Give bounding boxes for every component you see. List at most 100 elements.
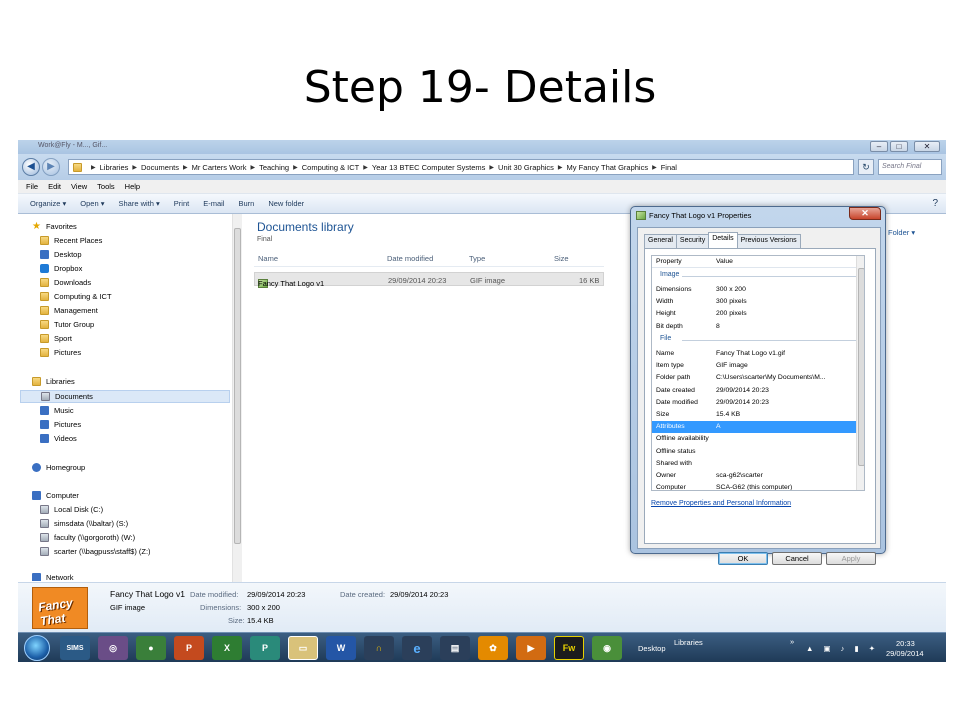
nav-drive-w[interactable]: faculty (\\gorgoroth) (W:) [40, 533, 135, 542]
taskbar-powerpoint-icon[interactable]: P [174, 636, 204, 660]
nav-music[interactable]: Music [40, 406, 74, 415]
nav-pictures[interactable]: Pictures [40, 420, 81, 429]
ok-button[interactable]: OK [718, 552, 768, 565]
tab-security[interactable]: Security [675, 234, 710, 248]
nav-tutor-group[interactable]: Tutor Group [40, 320, 94, 329]
menu-view[interactable]: View [71, 182, 87, 191]
taskbar-desktop-toolbar[interactable]: Desktop [638, 644, 666, 653]
menu-help[interactable]: Help [125, 182, 140, 191]
property-row[interactable]: Shared with [652, 458, 864, 470]
apply-button[interactable]: Apply [826, 552, 876, 565]
breadcrumb-year13[interactable]: Year 13 BTEC Computer Systems [372, 163, 486, 172]
taskbar-media-icon[interactable]: ▶ [516, 636, 546, 660]
taskbar-publisher-icon[interactable]: P [250, 636, 280, 660]
email-button[interactable]: E-mail [203, 199, 224, 208]
tray-icons[interactable]: ▲ ▣ ♪ ▮ ✦ [806, 644, 879, 653]
nav-favorites[interactable]: ★ Favorites [32, 222, 77, 232]
breadcrumb-unit30[interactable]: Unit 30 Graphics [498, 163, 554, 172]
back-button[interactable]: ◀ [22, 158, 40, 176]
column-size[interactable]: Size [554, 254, 569, 263]
taskbar-libraries-toolbar[interactable]: Libraries [674, 638, 703, 647]
property-row[interactable]: Size 15.4 KB [652, 409, 864, 421]
property-row[interactable]: Attributes A [652, 421, 864, 434]
taskbar-sims[interactable]: SIMS [60, 636, 90, 660]
property-row[interactable]: Bit depth 8 [652, 321, 864, 333]
property-row[interactable]: Name Fancy That Logo v1.gif [652, 348, 864, 360]
breadcrumb-teaching[interactable]: Teaching [259, 163, 289, 172]
breadcrumb-libraries[interactable]: Libraries [100, 163, 129, 172]
dialog-close-button[interactable]: ✕ [849, 207, 881, 220]
taskbar-headphones-icon[interactable]: ∩ [364, 636, 394, 660]
nav-drive-c[interactable]: Local Disk (C:) [40, 505, 103, 514]
nav-dropbox[interactable]: Dropbox [40, 264, 82, 273]
nav-recent-places[interactable]: Recent Places [40, 236, 102, 245]
taskbar-app-icon[interactable]: ▤ [440, 636, 470, 660]
taskbar-app-icon[interactable]: ◉ [592, 636, 622, 660]
nav-videos[interactable]: Videos [40, 434, 77, 443]
property-row[interactable]: Width 300 pixels [652, 296, 864, 308]
nav-computing-ict[interactable]: Computing & ICT [40, 292, 112, 301]
start-button[interactable] [24, 635, 50, 661]
nav-desktop[interactable]: Desktop [40, 250, 82, 259]
property-row[interactable]: Computer SCA-G62 (this computer) [652, 482, 864, 490]
menu-edit[interactable]: Edit [48, 182, 61, 191]
property-row[interactable]: Date modified 29/09/2014 20:23 [652, 397, 864, 409]
nav-drive-z[interactable]: scarter (\\bagpuss\staff$) (Z:) [40, 547, 151, 556]
table-row[interactable]: Fancy That Logo v1 29/09/2014 20:23 GIF … [254, 272, 604, 288]
tab-details[interactable]: Details [708, 232, 738, 248]
column-value[interactable]: Value [716, 258, 733, 265]
burn-button[interactable]: Burn [238, 199, 254, 208]
property-row[interactable]: Item type GIF image [652, 360, 864, 372]
forward-button[interactable]: ▶ [42, 158, 60, 176]
scroll-thumb[interactable] [234, 228, 241, 544]
breadcrumb-my-fancy-that[interactable]: My Fancy That Graphics [567, 163, 649, 172]
property-row[interactable]: Dimensions 300 x 200 [652, 284, 864, 296]
scroll-thumb[interactable] [858, 268, 864, 466]
clock-time[interactable]: 20:33 [896, 639, 915, 648]
minimize-button[interactable]: – [870, 141, 888, 152]
tab-general[interactable]: General [644, 234, 677, 248]
nav-libraries[interactable]: Libraries [32, 377, 75, 386]
breadcrumb-documents[interactable]: Documents [141, 163, 179, 172]
taskbar-app-icon[interactable]: ◎ [98, 636, 128, 660]
nav-management[interactable]: Management [40, 306, 98, 315]
property-row[interactable]: Folder path C:\Users\scarter\My Documents… [652, 372, 864, 384]
column-property[interactable]: Property [656, 258, 682, 265]
property-row[interactable]: Owner sca-g62\scarter [652, 470, 864, 482]
nav-documents[interactable]: Documents [20, 390, 230, 403]
nav-computer[interactable]: Computer [32, 491, 79, 500]
column-name[interactable]: Name [258, 254, 278, 263]
column-date-modified[interactable]: Date modified [387, 254, 433, 263]
taskbar-fireworks-icon[interactable]: Fw [554, 636, 584, 660]
new-folder-button[interactable]: New folder [268, 199, 304, 208]
share-with-button[interactable]: Share with ▾ [118, 199, 159, 208]
address-bar[interactable]: ▶ Libraries ▶ Documents ▶ Mr Carters Work ▶… [68, 159, 854, 175]
close-button[interactable]: ✕ [914, 141, 940, 152]
help-icon[interactable]: ? [932, 198, 938, 209]
property-list-scrollbar[interactable] [856, 256, 864, 490]
menu-tools[interactable]: Tools [97, 182, 115, 191]
column-type[interactable]: Type [469, 254, 485, 263]
remove-properties-link[interactable]: Remove Properties and Personal Informati… [651, 500, 791, 507]
breadcrumb-final[interactable]: Final [661, 163, 677, 172]
property-row[interactable]: Height 200 pixels [652, 308, 864, 320]
taskbar-excel-icon[interactable]: X [212, 636, 242, 660]
nav-network[interactable]: Network [32, 573, 74, 581]
taskbar-word-icon[interactable]: W [326, 636, 356, 660]
menu-file[interactable]: File [26, 182, 38, 191]
nav-sport[interactable]: Sport [40, 334, 72, 343]
nav-scrollbar[interactable] [232, 214, 242, 582]
property-row[interactable]: Offline status [652, 446, 864, 458]
tab-previous-versions[interactable]: Previous Versions [736, 234, 801, 248]
breadcrumb-computing-ict[interactable]: Computing & ICT [302, 163, 360, 172]
cancel-button[interactable]: Cancel [772, 552, 822, 565]
property-row[interactable]: Date created 29/09/2014 20:23 [652, 385, 864, 397]
print-button[interactable]: Print [174, 199, 189, 208]
taskbar-ie-icon[interactable]: e [402, 636, 432, 660]
arrange-by-dropdown[interactable]: Folder ▾ [888, 228, 915, 237]
taskbar-app-icon[interactable]: ✿ [478, 636, 508, 660]
organize-button[interactable]: Organize ▾ [30, 199, 66, 208]
taskbar-explorer-icon[interactable]: ▭ [288, 636, 318, 660]
nav-downloads[interactable]: Downloads [40, 278, 91, 287]
search-input[interactable]: Search Final [878, 159, 942, 175]
